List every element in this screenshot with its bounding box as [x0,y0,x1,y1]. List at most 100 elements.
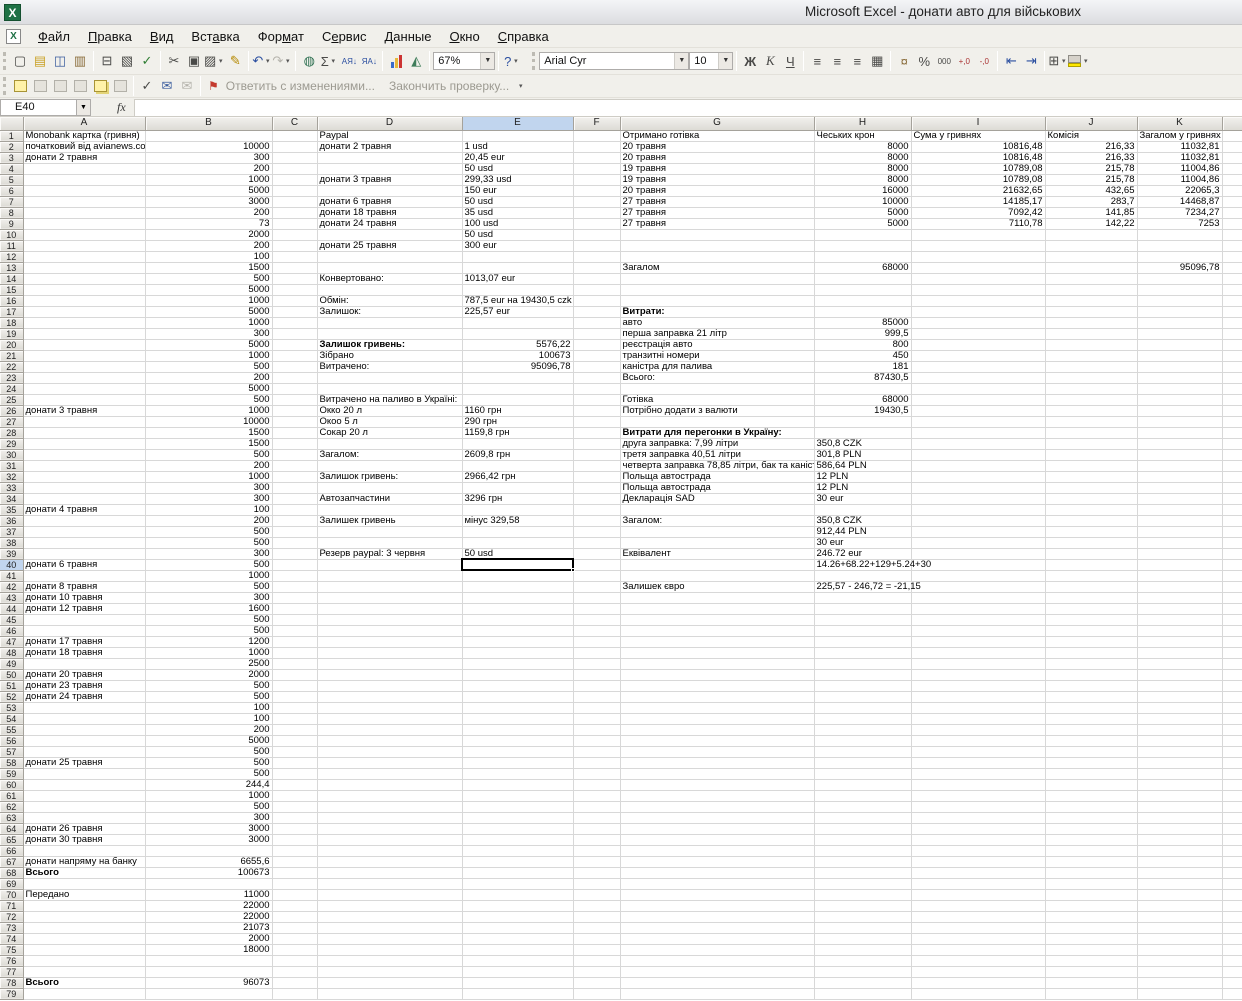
cell-G76[interactable] [620,955,814,966]
cell-E50[interactable] [462,669,573,680]
cell-B9[interactable]: 73 [145,218,272,229]
cell-L30[interactable] [1222,449,1242,460]
align-left-button[interactable]: ≡ [807,51,827,71]
cell-B40[interactable]: 500 [145,559,272,570]
cell-L76[interactable] [1222,955,1242,966]
borders-button[interactable]: ⊞▾ [1048,51,1068,71]
cell-L28[interactable] [1222,427,1242,438]
chart-wizard-button[interactable] [386,51,406,71]
cell-D70[interactable] [317,889,462,900]
cell-L17[interactable] [1222,306,1242,317]
cell-E21[interactable]: 100673 [462,350,573,361]
cell-K16[interactable] [1137,295,1222,306]
cell-J67[interactable] [1045,856,1137,867]
cell-H30[interactable]: 301,8 PLN [814,449,911,460]
cell-C14[interactable] [272,273,317,284]
cell-K32[interactable] [1137,471,1222,482]
row-header-18[interactable]: 18 [0,317,23,328]
cell-C21[interactable] [272,350,317,361]
cell-B7[interactable]: 3000 [145,196,272,207]
underline-button[interactable]: Ч [780,51,800,71]
cell-C73[interactable] [272,922,317,933]
row-header-55[interactable]: 55 [0,724,23,735]
row-header-4[interactable]: 4 [0,163,23,174]
cell-K68[interactable] [1137,867,1222,878]
cell-L19[interactable] [1222,328,1242,339]
cell-L77[interactable] [1222,966,1242,977]
cell-H9[interactable]: 5000 [814,218,911,229]
cell-I9[interactable]: 7110,78 [911,218,1045,229]
cell-K21[interactable] [1137,350,1222,361]
cell-L58[interactable] [1222,757,1242,768]
cell-I41[interactable] [911,570,1045,581]
row-header-52[interactable]: 52 [0,691,23,702]
cell-G42[interactable]: Залишек євро [620,581,814,592]
cell-J4[interactable]: 215,78 [1045,163,1137,174]
cell-K75[interactable] [1137,944,1222,955]
cell-J28[interactable] [1045,427,1137,438]
cell-I58[interactable] [911,757,1045,768]
cell-E76[interactable] [462,955,573,966]
cell-K25[interactable] [1137,394,1222,405]
cell-A43[interactable]: донати 10 травня [23,592,145,603]
cell-K45[interactable] [1137,614,1222,625]
cell-E25[interactable] [462,394,573,405]
cell-G67[interactable] [620,856,814,867]
cell-B56[interactable]: 5000 [145,735,272,746]
cell-A26[interactable]: донати 3 травня [23,405,145,416]
cell-K72[interactable] [1137,911,1222,922]
cell-J52[interactable] [1045,691,1137,702]
cell-I54[interactable] [911,713,1045,724]
cell-G31[interactable]: четверта заправка 78,85 літри, бак та ка… [620,460,814,471]
cell-J66[interactable] [1045,845,1137,856]
cell-C24[interactable] [272,383,317,394]
cell-A64[interactable]: донати 26 травня [23,823,145,834]
cell-L49[interactable] [1222,658,1242,669]
cell-C9[interactable] [272,218,317,229]
cell-K58[interactable] [1137,757,1222,768]
cell-F26[interactable] [573,405,620,416]
cell-D66[interactable] [317,845,462,856]
cell-H63[interactable] [814,812,911,823]
cell-B37[interactable]: 500 [145,526,272,537]
cell-A27[interactable] [23,416,145,427]
row-header-16[interactable]: 16 [0,295,23,306]
cell-B13[interactable]: 1500 [145,262,272,273]
cell-I12[interactable] [911,251,1045,262]
drawing-button[interactable]: ◭ [406,51,426,71]
cell-G44[interactable] [620,603,814,614]
cell-E1[interactable] [462,130,573,141]
cell-B50[interactable]: 2000 [145,669,272,680]
cell-H24[interactable] [814,383,911,394]
cell-L43[interactable] [1222,592,1242,603]
cell-G15[interactable] [620,284,814,295]
cell-D57[interactable] [317,746,462,757]
cell-H20[interactable]: 800 [814,339,911,350]
cell-A70[interactable]: Передано [23,889,145,900]
cell-I17[interactable] [911,306,1045,317]
cell-G46[interactable] [620,625,814,636]
cell-L55[interactable] [1222,724,1242,735]
cell-B14[interactable]: 500 [145,273,272,284]
cell-C39[interactable] [272,548,317,559]
cell-J63[interactable] [1045,812,1137,823]
cell-C23[interactable] [272,372,317,383]
toolbar-grip[interactable] [3,52,6,70]
cell-A60[interactable] [23,779,145,790]
row-header-21[interactable]: 21 [0,350,23,361]
cell-C45[interactable] [272,614,317,625]
cell-F73[interactable] [573,922,620,933]
cell-H66[interactable] [814,845,911,856]
cell-I1[interactable]: Сума у гривнях [911,130,1045,141]
cell-E26[interactable]: 1160 грн [462,405,573,416]
cell-C75[interactable] [272,944,317,955]
cell-B59[interactable]: 500 [145,768,272,779]
cell-H31[interactable]: 586,64 PLN [814,460,911,471]
cell-E59[interactable] [462,768,573,779]
cell-E49[interactable] [462,658,573,669]
cell-A65[interactable]: донати 30 травня [23,834,145,845]
cell-C26[interactable] [272,405,317,416]
cell-J30[interactable] [1045,449,1137,460]
cell-F53[interactable] [573,702,620,713]
cell-F10[interactable] [573,229,620,240]
